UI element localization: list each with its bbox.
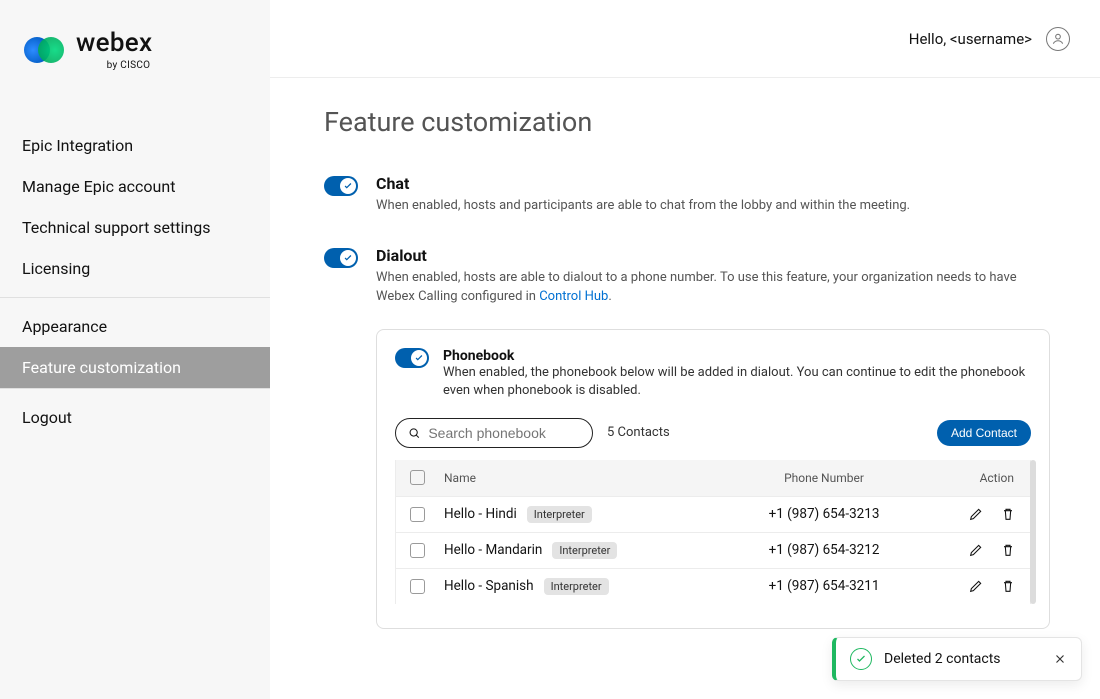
row-checkbox[interactable]	[410, 543, 425, 558]
feature-chat: Chat When enabled, hosts and participant…	[324, 174, 1050, 216]
sidebar-item-licensing[interactable]: Licensing	[0, 248, 270, 289]
contact-phone: +1 (987) 654-3212	[734, 542, 914, 558]
edit-icon[interactable]	[968, 506, 984, 522]
trash-icon[interactable]	[1000, 542, 1016, 558]
feature-chat-desc: When enabled, hosts and participants are…	[376, 197, 1050, 216]
row-checkbox[interactable]	[410, 507, 425, 522]
table-row: Hello - Spanish Interpreter +1 (987) 654…	[396, 568, 1030, 604]
user-icon	[1051, 32, 1065, 46]
brand-byline: by CISCO	[76, 60, 150, 71]
search-phonebook-input[interactable]	[428, 425, 580, 441]
interpreter-tag: Interpreter	[544, 578, 609, 595]
webex-logo-icon	[22, 35, 66, 65]
contact-name: Hello - Hindi	[444, 506, 517, 522]
sidebar-nav: Epic Integration Manage Epic account Tec…	[0, 125, 270, 438]
main: Hello, <username> Feature customization …	[270, 0, 1100, 699]
interpreter-tag: Interpreter	[552, 542, 617, 559]
avatar[interactable]	[1046, 27, 1070, 51]
success-check-icon	[850, 648, 872, 670]
check-icon	[414, 353, 424, 363]
topbar-greeting: Hello, <username>	[909, 30, 1032, 48]
toggle-dialout[interactable]	[324, 248, 358, 268]
sidebar-item-epic-integration[interactable]: Epic Integration	[0, 125, 270, 166]
feature-chat-title: Chat	[376, 174, 1050, 193]
contact-name: Hello - Mandarin	[444, 542, 542, 558]
col-name: Name	[444, 471, 734, 485]
phonebook-table-head: Name Phone Number Action	[396, 460, 1030, 496]
trash-icon[interactable]	[1000, 506, 1016, 522]
edit-icon[interactable]	[968, 578, 984, 594]
phonebook-count: 5 Contacts	[607, 425, 670, 440]
sidebar-item-feature-customization[interactable]: Feature customization	[0, 347, 270, 388]
check-icon	[343, 253, 353, 263]
close-icon[interactable]	[1053, 652, 1067, 666]
add-contact-button[interactable]: Add Contact	[937, 420, 1031, 446]
phonebook-panel: Phonebook When enabled, the phonebook be…	[376, 329, 1050, 629]
contact-phone: +1 (987) 654-3213	[734, 506, 914, 522]
col-action: Action	[914, 471, 1024, 485]
contact-name: Hello - Spanish	[444, 578, 534, 594]
search-icon	[408, 426, 420, 440]
brand-logo: webex by CISCO	[0, 0, 270, 81]
feature-dialout-desc: When enabled, hosts are able to dialout …	[376, 269, 1050, 307]
sidebar-divider	[0, 388, 270, 389]
feature-dialout-desc-prefix: When enabled, hosts are able to dialout …	[376, 270, 1017, 304]
sidebar-divider	[0, 297, 270, 298]
sidebar-item-appearance[interactable]: Appearance	[0, 306, 270, 347]
sidebar: webex by CISCO Epic Integration Manage E…	[0, 0, 270, 699]
toast-deleted-contacts: Deleted 2 contacts	[832, 637, 1082, 681]
table-row: Hello - Mandarin Interpreter +1 (987) 65…	[396, 532, 1030, 568]
trash-icon[interactable]	[1000, 578, 1016, 594]
sidebar-item-technical-support-settings[interactable]: Technical support settings	[0, 207, 270, 248]
phonebook-table: Name Phone Number Action Hello - Hindi I…	[395, 460, 1031, 604]
sidebar-item-logout[interactable]: Logout	[0, 397, 270, 438]
phonebook-scrollbar[interactable]	[1030, 460, 1036, 604]
edit-icon[interactable]	[968, 542, 984, 558]
col-phone: Phone Number	[734, 471, 914, 485]
toast-message: Deleted 2 contacts	[884, 651, 1001, 667]
feature-dialout-desc-suffix: .	[608, 289, 611, 304]
content: Feature customization Chat When enabled,…	[270, 78, 1100, 699]
phonebook-title: Phonebook	[443, 348, 1031, 364]
feature-dialout: Dialout When enabled, hosts are able to …	[324, 246, 1050, 629]
sidebar-item-manage-epic-account[interactable]: Manage Epic account	[0, 166, 270, 207]
search-phonebook-wrap[interactable]	[395, 418, 593, 448]
table-row: Hello - Hindi Interpreter +1 (987) 654-3…	[396, 496, 1030, 532]
row-checkbox[interactable]	[410, 579, 425, 594]
toggle-phonebook[interactable]	[395, 348, 429, 368]
toggle-chat[interactable]	[324, 176, 358, 196]
feature-dialout-title: Dialout	[376, 246, 1050, 265]
check-icon	[343, 181, 353, 191]
interpreter-tag: Interpreter	[527, 506, 592, 523]
phonebook-desc: When enabled, the phonebook below will b…	[443, 364, 1031, 400]
brand-name: webex	[76, 28, 152, 58]
topbar: Hello, <username>	[270, 0, 1100, 78]
page-title: Feature customization	[324, 106, 1050, 138]
select-all-checkbox[interactable]	[410, 470, 425, 485]
contact-phone: +1 (987) 654-3211	[734, 578, 914, 594]
control-hub-link[interactable]: Control Hub	[539, 289, 608, 304]
